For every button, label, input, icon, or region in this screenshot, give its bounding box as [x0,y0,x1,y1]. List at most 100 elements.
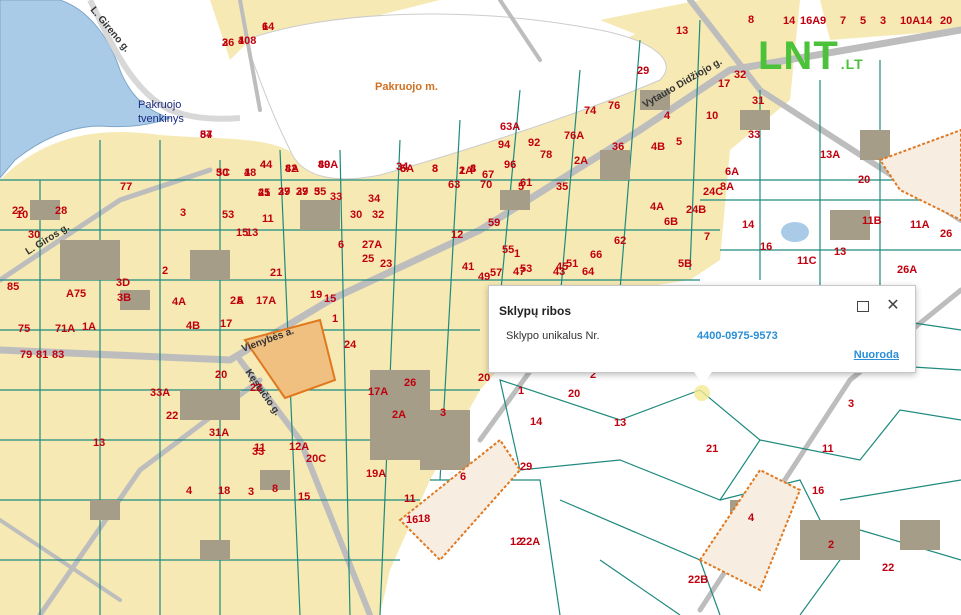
parcel-number-label: 4B [186,320,200,332]
parcel-number-label: 14 [742,219,755,231]
parcel-number-label: 21 [270,267,282,279]
place-label-pakruojo: Pakruojo [138,99,181,111]
parcel-id-label: Sklypo unikalus Nr. [506,330,600,342]
parcel-number-label: 26 [404,377,416,389]
parcel-number-label: 13A [820,149,840,161]
parcel-id-value[interactable]: 4400-0975-9573 [697,330,778,342]
parcel-number-label: 25 [362,253,374,265]
parcel-number-label: 10 [16,209,28,221]
parcel-number-label: 23 [380,258,392,270]
parcel-number-label: 2A [574,155,588,167]
parcel-number-label: 11B [862,215,882,227]
parcel-number-label: 2 [459,165,465,177]
parcel-number-label: 12 [451,229,463,241]
parcel-number-label: 17 [718,78,730,90]
parcel-number-label: 41 [462,261,474,273]
small-pond [781,222,809,242]
parcel-number-label: 3B [117,292,131,304]
parcel-number-label: 1 [514,248,520,260]
parcel-number-label: 2 [162,265,168,277]
parcel-number-label: 11C [797,255,817,267]
parcel-number-label: 19A [366,468,386,480]
parcel-number-label: 22 [250,382,262,394]
parcel-number-label: 11 [262,213,274,225]
parcel-number-label: 13 [246,227,258,239]
parcel-number-label: 57 [490,267,502,279]
parcel-number-label: 22B [688,574,708,586]
parcel-number-label: 6A [725,166,739,178]
parcel-number-label: 75 [18,323,30,335]
parcel-number-label: 6B [664,216,678,228]
parcel-number-label: 7 [840,15,846,27]
parcel-number-label: 18 [418,513,430,525]
parcel-number-label: 20 [940,15,952,27]
parcel-number-label: 49 [478,271,490,283]
logo-text: LNT [758,34,839,78]
parcel-number-label: 96 [504,159,516,171]
parcel-number-label: 81 [36,349,48,361]
parcel-number-label: 76A [564,130,584,142]
parcel-number-label: 53 [222,209,234,221]
parcel-number-label: 76 [608,100,620,112]
parcel-number-label: 6 [338,239,344,251]
parcel-number-label: 5 [676,136,682,148]
parcel-number-label: 16 [760,241,772,253]
parcel-number-label: 15 [298,491,310,503]
parcel-number-label: 8 [470,163,476,175]
parcel-number-label: 108 [238,35,256,47]
parcel-number-label: 4 [186,485,193,497]
popup-pointer [694,372,712,384]
popup-title: Sklypų ribos [499,304,572,318]
parcel-number-label: 47 [513,266,525,278]
close-icon[interactable]: ✕ [885,298,901,314]
parcel-number-label: 7 [704,231,710,243]
parcel-number-label: 62 [614,235,626,247]
parcel-number-label: 19 [310,289,322,301]
parcel-number-label: 2A [392,409,406,421]
parcel-number-label: 1 [518,385,524,397]
parcel-number-label: 89 [318,159,330,171]
parcel-number-label: 2 [828,539,834,551]
parcel-number-label: 3D [116,277,130,289]
parcel-number-label: 35 [556,181,568,193]
parcel-number-label: 20 [215,369,227,381]
parcel-number-label: 13 [93,437,105,449]
parcel-number-label: 28 [55,205,67,217]
parcel-number-label: 11 [404,493,416,505]
parcel-number-label: 15 [324,293,336,305]
parcel-number-label: 30 [350,209,362,221]
parcel-number-label: 1A [82,321,96,333]
parcel-number-label: 22 [166,410,178,422]
dock-window-icon[interactable] [855,298,871,314]
parcel-number-label: 30 [28,229,40,241]
parcel-number-label: 2 [222,37,228,49]
parcel-number-label: 20 [478,372,490,384]
parcel-number-label: 3C [216,167,230,179]
town-label: Pakruojo m. [375,81,438,93]
parcel-number-label: 74 [584,105,597,117]
parcel-number-label: 21 [706,443,718,455]
parcel-number-label: 22 [882,562,894,574]
parcel-number-label: 11A [910,219,930,231]
parcel-number-label: 8 [272,483,278,495]
reference-link[interactable]: Nuoroda [854,349,899,361]
parcel-number-label: 12A [289,441,309,453]
parcel-number-label: 59 [488,217,500,229]
parcel-number-label: 71A [55,323,75,335]
parcel-number-label: 33 [748,129,760,141]
parcel-number-label: 5 [237,295,243,307]
parcel-number-label: 33 [330,191,342,203]
parcel-number-label: 66 [590,249,602,261]
parcel-number-label: 61 [520,177,532,189]
parcel-number-label: 79 [20,349,32,361]
parcel-number-label: 1 [244,167,250,179]
parcel-number-label: 4 [748,512,755,524]
parcel-number-label: 18 [218,485,230,497]
parcel-number-label: 92 [528,137,540,149]
parcel-number-label: 55 [502,244,514,256]
parcel-number-label: 6A [400,163,414,175]
parcel-number-label: 83 [52,349,64,361]
parcel-number-label: A75 [66,288,86,300]
parcel-number-label: 16 [812,485,824,497]
parcel-number-label: 43 [553,266,565,278]
